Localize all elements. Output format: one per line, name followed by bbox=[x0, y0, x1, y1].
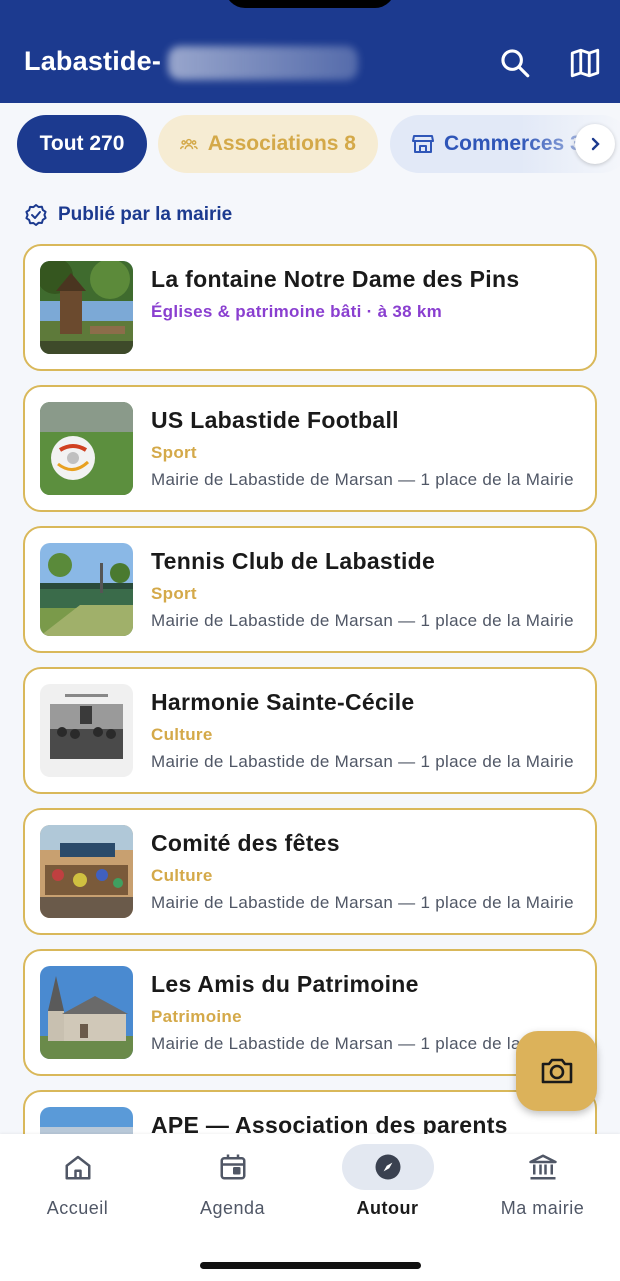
place-title: La fontaine Notre Dame des Pins bbox=[151, 266, 520, 292]
nav-label: Agenda bbox=[199, 1198, 266, 1218]
chevron-right-icon bbox=[591, 137, 600, 151]
places-list: La fontaine Notre Dame des Pins Églises … bbox=[0, 244, 620, 1134]
nav-label: Accueil bbox=[46, 1198, 109, 1218]
tennis-photo bbox=[40, 543, 133, 636]
place-title: US Labastide Football bbox=[151, 407, 399, 433]
place-category: Patrimoine bbox=[151, 1007, 242, 1026]
list-item[interactable]: APE — Association des parents bbox=[23, 1090, 597, 1134]
chip-all[interactable]: Tout 270 bbox=[17, 115, 147, 173]
nav-autour[interactable]: Autour bbox=[310, 1144, 465, 1244]
place-category: Églises & patrimoine bâti · à 38 km bbox=[151, 302, 443, 321]
chip-associations-label: Associations 8 bbox=[207, 132, 356, 155]
category-chips: Tout 270 Associations 8 Commerces 3 bbox=[0, 115, 620, 173]
list-item[interactable]: Les Amis du Patrimoine Patrimoine Mairie… bbox=[23, 949, 597, 1076]
bottom-navigation: Accueil Agenda Autour Ma mairie bbox=[0, 1134, 620, 1281]
place-title: Tennis Club de Labastide bbox=[151, 548, 436, 574]
chips-scroll-right-button[interactable] bbox=[575, 124, 615, 164]
place-address: Mairie de Labastide de Marsan — 1 place … bbox=[151, 752, 574, 771]
page-title[interactable]: Labastide- bbox=[24, 46, 161, 77]
place-title: Les Amis du Patrimoine bbox=[151, 971, 419, 997]
map-icon[interactable] bbox=[568, 46, 602, 80]
camera-fab-button[interactable] bbox=[516, 1031, 597, 1111]
place-title: Comité des fêtes bbox=[151, 830, 340, 856]
football-photo bbox=[40, 402, 133, 495]
place-category: Culture bbox=[151, 725, 213, 744]
store-icon bbox=[412, 135, 434, 153]
nav-label: Ma mairie bbox=[500, 1198, 585, 1218]
compass-icon bbox=[341, 1144, 434, 1190]
nav-accueil[interactable]: Accueil bbox=[0, 1144, 155, 1244]
place-address: Mairie de Labastide de Marsan — 1 place … bbox=[151, 893, 574, 912]
home-indicator bbox=[200, 1262, 421, 1269]
place-category: Sport bbox=[151, 443, 197, 462]
place-address: Mairie de Labastide de Marsan — 1 place … bbox=[151, 611, 574, 630]
town-hall-icon bbox=[497, 1144, 589, 1190]
chip-associations[interactable]: Associations 8 bbox=[158, 115, 378, 173]
published-label: Publié par la mairie bbox=[58, 204, 233, 225]
list-item[interactable]: La fontaine Notre Dame des Pins Églises … bbox=[23, 244, 597, 371]
people-icon bbox=[180, 138, 198, 150]
nav-label: Autour bbox=[356, 1198, 419, 1218]
nav-agenda[interactable]: Agenda bbox=[155, 1144, 310, 1244]
calendar-icon bbox=[187, 1144, 279, 1190]
ape-photo bbox=[40, 1107, 133, 1134]
home-icon bbox=[32, 1144, 124, 1190]
list-item[interactable]: US Labastide Football Sport Mairie de La… bbox=[23, 385, 597, 512]
church-photo bbox=[40, 966, 133, 1059]
place-category: Culture bbox=[151, 866, 213, 885]
list-item[interactable]: Tennis Club de Labastide Sport Mairie de… bbox=[23, 526, 597, 653]
fountain-photo bbox=[40, 261, 133, 354]
app-header: Labastide- bbox=[0, 0, 620, 103]
camera-notch bbox=[225, 0, 395, 8]
chip-all-label: Tout 270 bbox=[39, 132, 125, 155]
harmonie-photo bbox=[40, 684, 133, 777]
list-item[interactable]: Harmonie Sainte-Cécile Culture Mairie de… bbox=[23, 667, 597, 794]
place-title: Harmonie Sainte-Cécile bbox=[151, 689, 415, 715]
place-category: Sport bbox=[151, 584, 197, 603]
place-address: Mairie de Labastide de Marsan — 1 place … bbox=[151, 470, 574, 489]
search-icon[interactable] bbox=[498, 46, 532, 80]
redacted-title-blur bbox=[168, 46, 358, 80]
nav-ma-mairie[interactable]: Ma mairie bbox=[465, 1144, 620, 1244]
place-title: APE — Association des parents bbox=[151, 1112, 508, 1134]
list-item[interactable]: Comité des fêtes Culture Mairie de Labas… bbox=[23, 808, 597, 935]
camera-icon bbox=[541, 1058, 572, 1084]
verified-icon bbox=[25, 204, 47, 226]
comite-photo bbox=[40, 825, 133, 918]
published-by-mairie: Publié par la mairie bbox=[24, 203, 232, 227]
